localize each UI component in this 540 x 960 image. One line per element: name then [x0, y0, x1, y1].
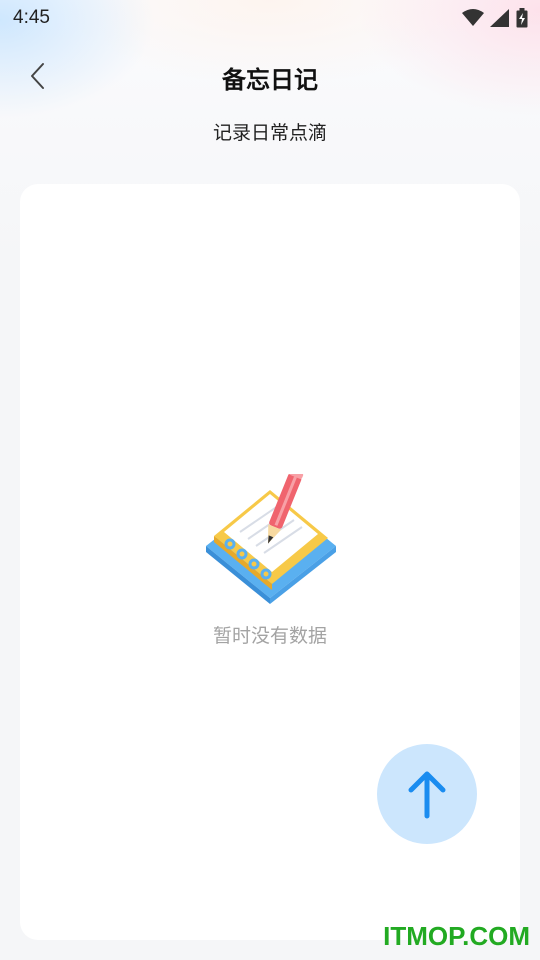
arrow-up-icon: [408, 771, 446, 819]
status-time: 4:45: [13, 7, 50, 28]
scroll-to-top-button[interactable]: [377, 744, 477, 844]
header: 备忘日记: [0, 48, 540, 104]
empty-state-message: 暂时没有数据: [212, 625, 327, 647]
watermark: ITMOP.COM: [383, 921, 530, 951]
page-title: 备忘日记: [222, 66, 318, 94]
status-bar: 4:45: [0, 0, 540, 36]
wifi-icon: [462, 9, 484, 26]
notebook-pencil-icon: [206, 474, 336, 604]
content-card: 暂时没有数据: [20, 184, 520, 940]
battery-charging-icon: [516, 8, 528, 28]
status-icons: [462, 7, 528, 29]
page-subtitle: 记录日常点滴: [212, 122, 327, 144]
cellular-signal-icon: [490, 9, 509, 27]
